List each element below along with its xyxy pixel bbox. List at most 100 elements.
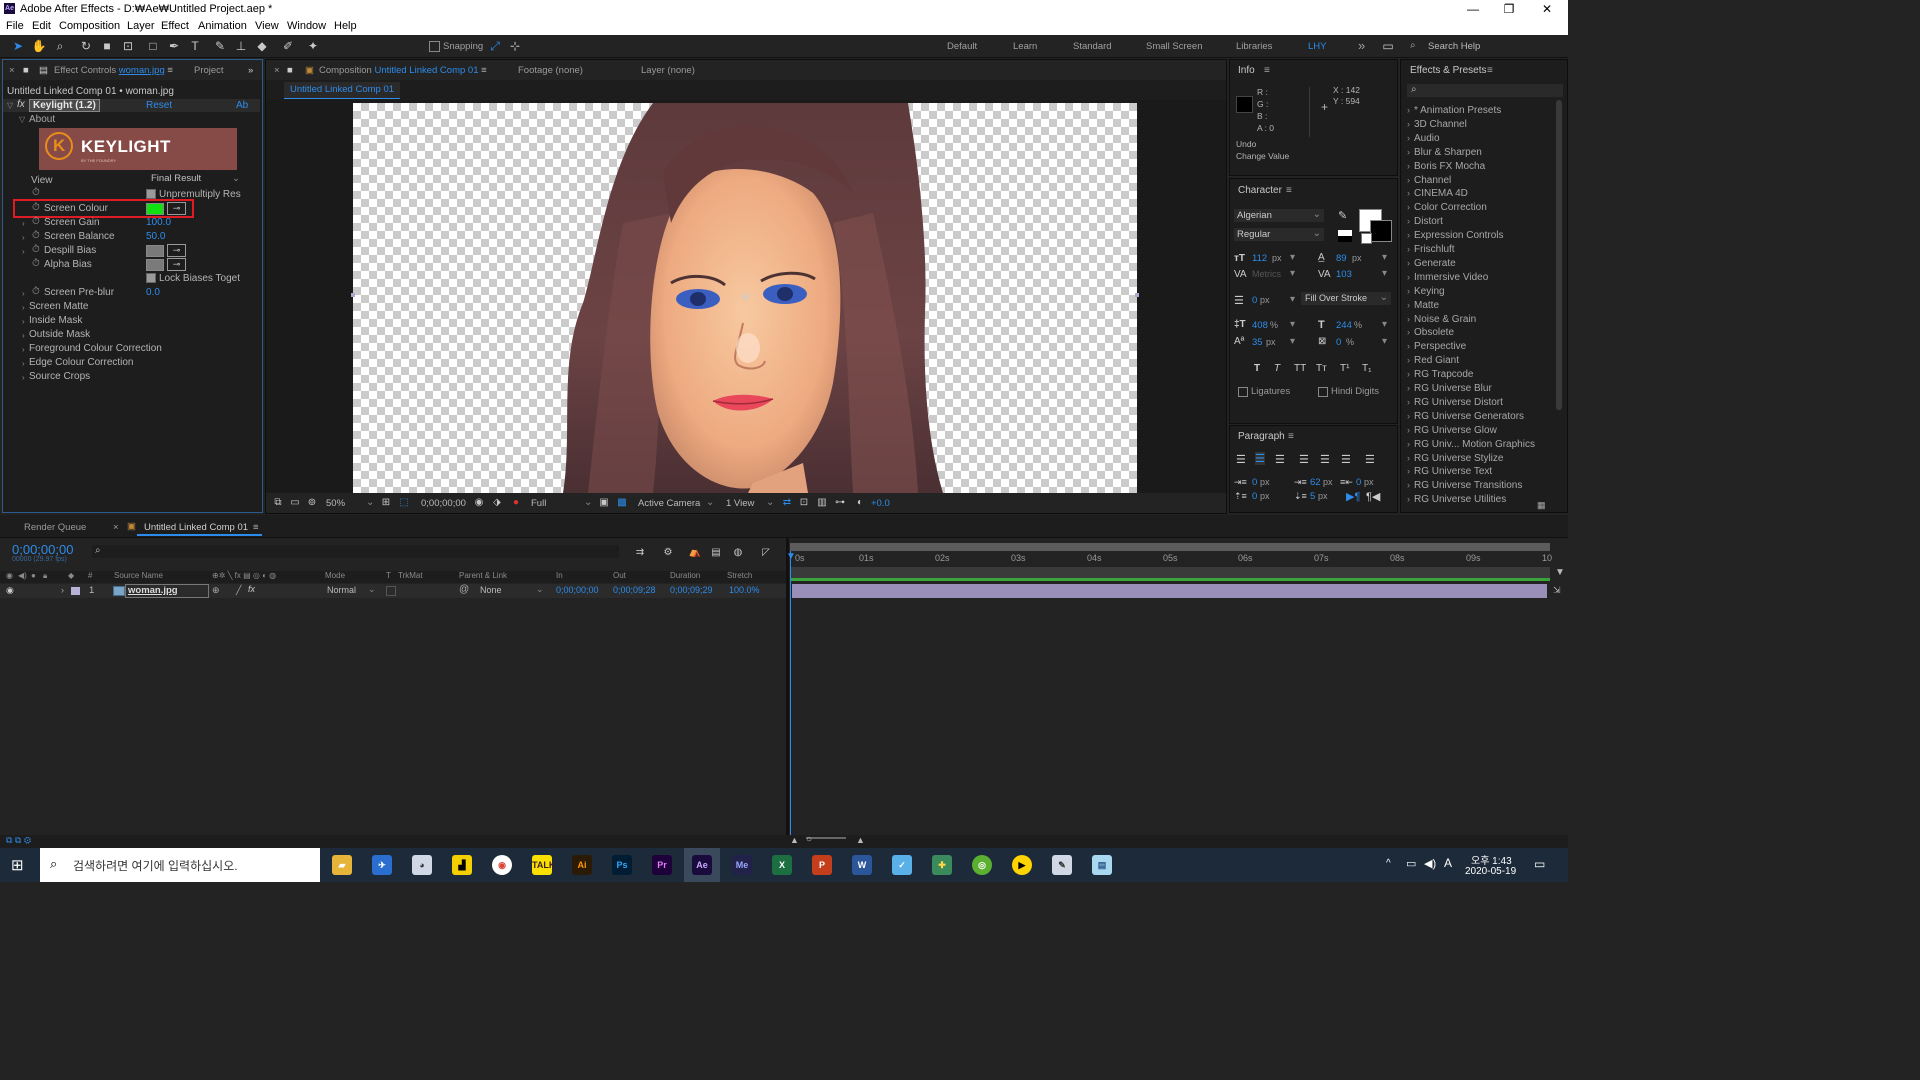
layer-stretch[interactable]: 100.0% — [729, 585, 760, 595]
layer-duration-bar[interactable] — [792, 584, 1547, 598]
snapping-checkbox[interactable] — [429, 41, 440, 52]
illustrator-icon[interactable]: Ai — [572, 855, 592, 875]
about-link[interactable]: Ab — [236, 100, 248, 111]
ligatures-checkbox[interactable] — [1238, 387, 1248, 397]
expand-icon[interactable]: › — [22, 373, 25, 382]
stopwatch-icon[interactable]: ⏱ — [32, 202, 40, 213]
eyedropper-icon[interactable]: ⊸ — [167, 202, 186, 215]
pickwhip-icon[interactable]: @ — [459, 584, 469, 595]
about-expand-icon[interactable]: ▽ — [19, 115, 25, 124]
camera-dropdown[interactable]: Active Camera — [638, 498, 700, 509]
hindi-digits-checkbox[interactable] — [1318, 387, 1328, 397]
puppet-tool-icon[interactable]: ✦ — [305, 38, 321, 54]
effect-category-item[interactable]: › Blur & Sharpen — [1407, 147, 1482, 158]
draft-3d-icon[interactable]: ⚙ — [660, 545, 676, 561]
pen-tool-icon[interactable]: ✒ — [166, 38, 182, 54]
in-header[interactable]: In — [556, 571, 563, 580]
panel-menu-icon[interactable]: ≡ — [253, 522, 259, 533]
set-black-swatch[interactable] — [1338, 236, 1352, 242]
roto-brush-tool-icon[interactable]: ✐ — [280, 38, 296, 54]
reset-link[interactable]: Reset — [146, 100, 172, 111]
align-right-icon[interactable]: ☰ — [1275, 453, 1285, 466]
region-of-interest-icon[interactable]: ⬚ — [396, 495, 412, 511]
faux-bold-button[interactable]: T — [1254, 363, 1260, 374]
panel-menu-icon[interactable]: ≡ — [1487, 65, 1493, 76]
baseline-shift-value[interactable]: 35 — [1252, 337, 1263, 348]
vertical-scale-value[interactable]: 408 — [1252, 320, 1268, 331]
no-fill-icon[interactable] — [1361, 233, 1372, 244]
clock-date[interactable]: 2020-05-19 — [1465, 866, 1516, 877]
close-button[interactable]: ✕ — [1537, 2, 1557, 16]
channel-icon[interactable]: ● — [508, 495, 524, 511]
mode-header[interactable]: Mode — [325, 571, 345, 580]
timeline-icon[interactable]: ▥ — [814, 495, 830, 511]
stopwatch-icon[interactable]: ⏱ — [32, 244, 40, 255]
render-queue-tab[interactable]: Render Queue — [24, 522, 86, 533]
paint-app-icon[interactable]: ✎ — [1052, 855, 1072, 875]
effect-expand-icon[interactable]: ▽ — [7, 101, 13, 110]
comp-mini-flowchart-icon[interactable]: ⇉ — [632, 545, 648, 561]
workspace-libraries[interactable]: Libraries — [1236, 41, 1272, 52]
browser-app-icon[interactable]: ◎ — [972, 855, 992, 875]
file-explorer-icon[interactable]: ▰ — [332, 855, 352, 875]
volume-icon[interactable]: ◀) — [1424, 857, 1436, 870]
close-tab-icon[interactable]: × — [113, 522, 119, 533]
current-time-display[interactable]: 0;00;00;00 — [12, 542, 73, 557]
chevron-down-icon[interactable]: ▾ — [1290, 319, 1295, 330]
playhead-icon[interactable]: ▼ — [786, 551, 796, 562]
chevron-down-icon[interactable]: ▾ — [1290, 336, 1295, 347]
timeline-comp-tab[interactable]: Untitled Linked Comp 01 — [144, 522, 248, 533]
layer-name[interactable]: woman.jpg — [125, 584, 209, 598]
lock-biases-checkbox[interactable] — [146, 273, 156, 283]
effect-category-item[interactable]: › Obsolete — [1407, 327, 1454, 338]
effect-category-item[interactable]: › Color Correction — [1407, 202, 1487, 213]
zoom-out-icon[interactable]: ▲ — [790, 835, 799, 845]
preserve-transparency-checkbox[interactable] — [386, 586, 396, 596]
chevron-down-icon[interactable]: ▾ — [1382, 319, 1387, 330]
clock-time[interactable]: 오후 1:43 — [1471, 852, 1512, 867]
comp-marker-bin-icon[interactable]: ⇲ — [1553, 585, 1561, 596]
tracking-value[interactable]: 103 — [1336, 269, 1352, 280]
group-outside-mask[interactable]: Outside Mask — [29, 329, 90, 340]
menu-edit[interactable]: Edit — [32, 20, 51, 32]
effect-category-item[interactable]: › CINEMA 4D — [1407, 188, 1468, 199]
exposure-value[interactable]: +0.0 — [871, 498, 890, 509]
menu-help[interactable]: Help — [334, 20, 357, 32]
group-source-crops[interactable]: Source Crops — [29, 371, 90, 382]
menu-layer[interactable]: Layer — [127, 20, 155, 32]
new-folder-icon[interactable]: ▦ — [1537, 500, 1546, 511]
view-dropdown[interactable]: Final Result ⌄ — [146, 173, 242, 185]
comp-viewer[interactable]: ⊕ — [266, 100, 1226, 493]
comp-subtab[interactable]: Untitled Linked Comp 01 — [284, 82, 401, 99]
minimize-button[interactable]: — — [1463, 2, 1483, 16]
bounding-handle[interactable] — [1135, 293, 1139, 297]
hide-shy-layers-icon[interactable]: ⛺ — [687, 545, 703, 561]
menu-file[interactable]: File — [6, 20, 24, 32]
group-screen-matte[interactable]: Screen Matte — [29, 301, 88, 312]
flowchart-icon[interactable]: ⊶ — [832, 495, 848, 511]
effect-category-item[interactable]: › Immersive Video — [1407, 272, 1488, 283]
clone-stamp-tool-icon[interactable]: ⊥ — [233, 38, 249, 54]
project-tab[interactable]: Project — [194, 65, 224, 76]
chevron-down-icon[interactable]: ▾ — [1382, 336, 1387, 347]
anchor-point-icon[interactable]: ⊕ — [741, 290, 750, 303]
menu-view[interactable]: View — [255, 20, 279, 32]
media-encoder-icon[interactable]: Me — [732, 855, 752, 875]
work-area-range[interactable] — [790, 543, 1550, 551]
graph-editor-icon[interactable]: ◸ — [758, 545, 774, 561]
effect-name[interactable]: Keylight (1.2) — [29, 99, 100, 112]
layer-label-color[interactable] — [71, 587, 80, 595]
layer-tab[interactable]: Layer (none) — [641, 65, 695, 76]
expand-icon[interactable]: › — [22, 345, 25, 354]
footage-tab[interactable]: Footage (none) — [518, 65, 583, 76]
workspace-small-screen[interactable]: Small Screen — [1146, 41, 1203, 52]
effects-search-input[interactable]: ⌕ — [1407, 84, 1563, 97]
layer-duration[interactable]: 0;00;09;29 — [670, 585, 713, 595]
eraser-tool-icon[interactable]: ◆ — [254, 38, 270, 54]
close-tab-icon[interactable]: × — [9, 65, 15, 76]
snapshot-icon[interactable]: ◉ — [471, 495, 487, 511]
timeline-search-input[interactable]: ⌕ — [92, 545, 619, 558]
pan-behind-tool-icon[interactable]: ⊡ — [120, 38, 136, 54]
notepad-app-icon[interactable]: ▤ — [1092, 855, 1112, 875]
word-icon[interactable]: W — [852, 855, 872, 875]
